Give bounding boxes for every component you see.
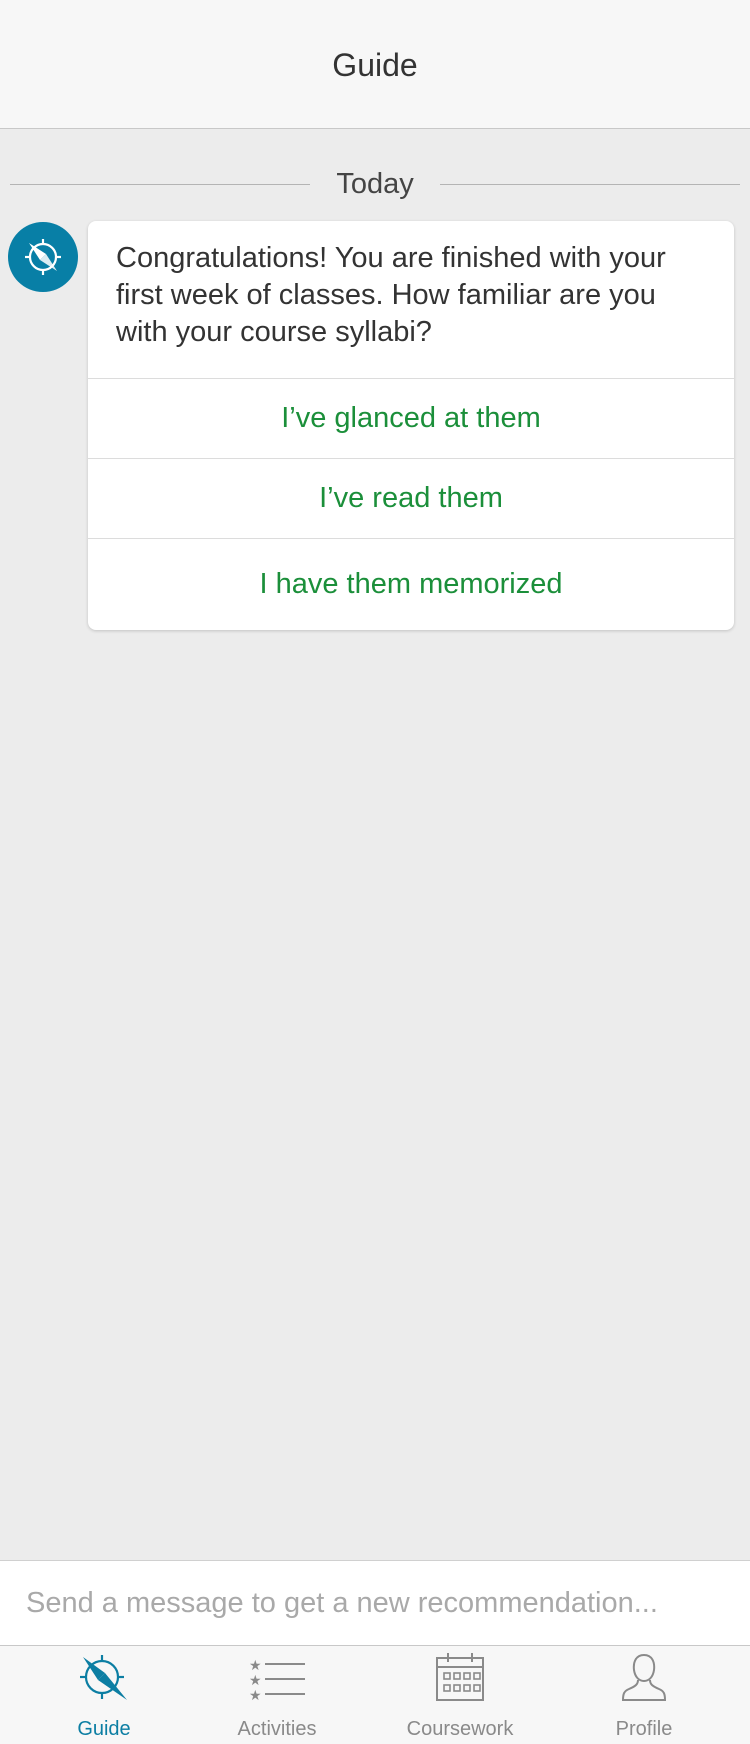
option-label: I’ve glanced at them — [281, 402, 541, 434]
nav-header: Guide — [0, 0, 750, 129]
option-memorized[interactable]: I have them memorized — [88, 539, 734, 630]
tab-label: Guide — [77, 1718, 131, 1740]
option-read[interactable]: I’ve read them — [88, 459, 734, 539]
svg-text:★: ★ — [249, 1688, 262, 1702]
message-card: Congratulations! You are finished with y… — [88, 221, 734, 630]
tab-activities[interactable]: ★ ★ ★ Activities — [217, 1646, 337, 1744]
tab-label: Profile — [615, 1718, 673, 1740]
page-title: Guide — [332, 46, 418, 83]
date-separator: Today — [10, 164, 741, 204]
option-label: I have them memorized — [259, 568, 563, 600]
bot-avatar — [8, 222, 78, 292]
tab-coursework[interactable]: Coursework — [390, 1646, 530, 1744]
tab-guide[interactable]: Guide — [54, 1646, 154, 1744]
compass-icon — [25, 239, 61, 275]
calendar-icon — [434, 1646, 486, 1702]
tab-label: Activities — [237, 1718, 317, 1740]
date-label: Today — [336, 167, 414, 200]
option-label: I’ve read them — [319, 482, 503, 514]
option-glanced[interactable]: I’ve glanced at them — [88, 379, 734, 459]
message-input[interactable] — [0, 1561, 750, 1645]
divider-left — [10, 183, 311, 185]
bot-message: Congratulations! You are finished with y… — [88, 221, 734, 379]
tab-bar: Guide ★ ★ ★ Activities Coursework Profil… — [0, 1646, 750, 1744]
tab-label: Coursework — [406, 1718, 514, 1740]
svg-text:★: ★ — [249, 1658, 262, 1674]
tab-profile[interactable]: Profile — [594, 1646, 694, 1744]
divider-right — [439, 183, 741, 185]
message-composer — [0, 1560, 750, 1646]
svg-text:★: ★ — [249, 1673, 262, 1689]
compass-icon — [77, 1646, 131, 1702]
person-icon — [621, 1646, 667, 1702]
list-icon: ★ ★ ★ — [247, 1646, 307, 1702]
